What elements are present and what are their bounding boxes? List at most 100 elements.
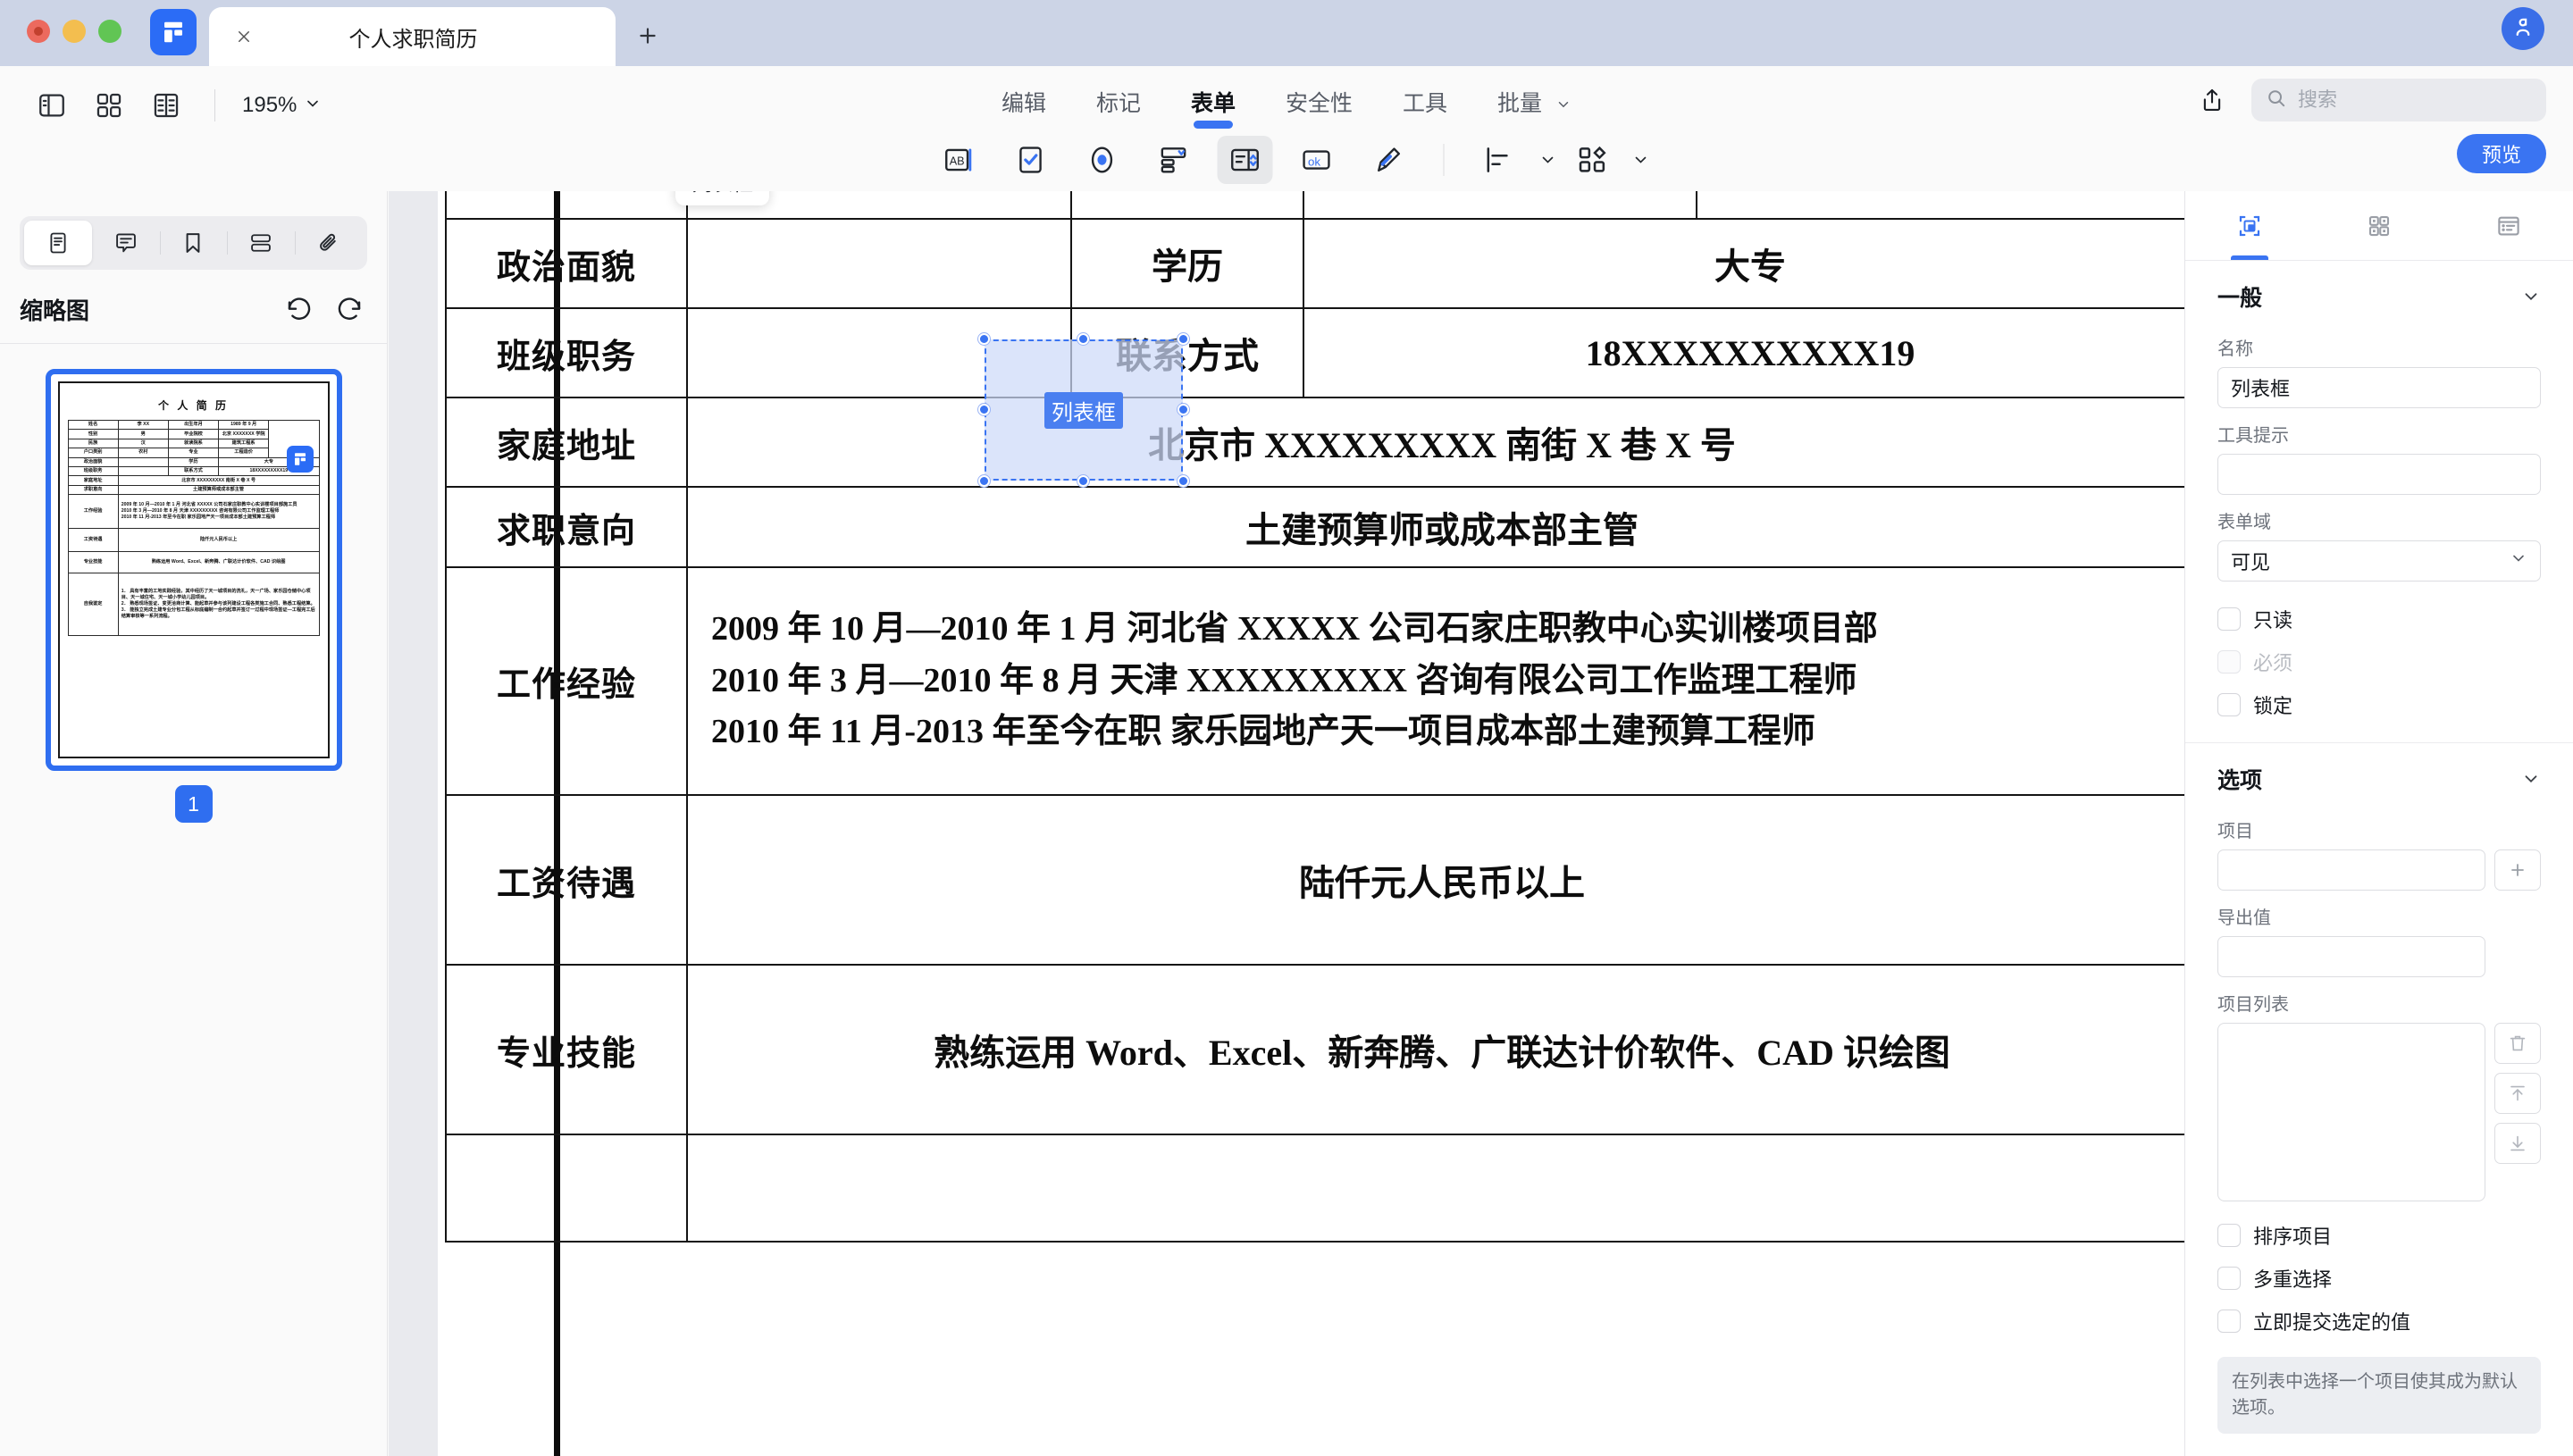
table-row: 班级职务 联系方式 18XXXXXXXXXX19: [445, 307, 2184, 398]
new-tab-button[interactable]: [623, 11, 673, 61]
cell: 陆仟元人民币以上: [117, 528, 320, 553]
tab-form[interactable]: 表单: [1166, 79, 1261, 134]
selected-form-field[interactable]: 列表框: [978, 333, 1189, 487]
user-avatar[interactable]: [2502, 7, 2544, 50]
experience-line: 2010 年 3 月—2010 年 8 月 天津 XXXXXXXXX 咨询有限公…: [711, 661, 1857, 699]
move-item-down-button[interactable]: [2494, 1123, 2541, 1164]
document-tab[interactable]: 个人求职简历: [209, 7, 616, 66]
sidebar-tab-layers[interactable]: [227, 221, 295, 265]
push-button-tool[interactable]: ok: [1289, 136, 1345, 184]
tab-batch-label: 批量: [1497, 91, 1543, 116]
list-box-field-label: 列表框: [1044, 391, 1123, 429]
combo-box-tool[interactable]: [1146, 136, 1202, 184]
cell: 工资待遇: [67, 528, 119, 553]
readonly-checkbox[interactable]: [2217, 607, 2241, 631]
multi-select-checkbox[interactable]: [2217, 1267, 2241, 1290]
chevron-down-icon[interactable]: [2521, 769, 2541, 789]
table-row: [445, 1134, 2184, 1243]
tab-edit[interactable]: 编辑: [976, 79, 1071, 134]
rotate-left-icon[interactable]: [281, 291, 317, 327]
item-list-box[interactable]: [2217, 1023, 2485, 1201]
sidebar-tab-bookmark[interactable]: [159, 221, 228, 265]
chevron-down-icon: [1632, 151, 1650, 169]
export-value-input[interactable]: [2217, 936, 2485, 977]
delete-item-button[interactable]: [2494, 1023, 2541, 1064]
list-box-tool[interactable]: [1217, 136, 1273, 184]
add-item-button[interactable]: [2494, 849, 2541, 891]
align-tool[interactable]: [1464, 136, 1557, 184]
resize-handle-bottom-left[interactable]: [978, 475, 990, 487]
general-section-header[interactable]: 一般: [2217, 261, 2541, 322]
tab-tools[interactable]: 工具: [1378, 79, 1472, 134]
sidebar-tab-attachment[interactable]: [295, 221, 363, 265]
tab-security[interactable]: 安全性: [1261, 79, 1378, 134]
sidebar-title: 缩略图: [20, 297, 90, 324]
search-box[interactable]: [2251, 79, 2546, 121]
text-field-tool[interactable]: AB: [932, 136, 987, 184]
name-input[interactable]: [2217, 367, 2541, 408]
name-field-label: 名称: [2217, 339, 2253, 359]
tooltip-input[interactable]: [2217, 454, 2541, 495]
thumbnail-page-content: 个 人 简 历 姓名 李 XX 出生年月 1989 年 9 月 性别 男 毕业院…: [57, 381, 330, 758]
general-section: 一般 名称 工具提示 表单域 可见 只读 必: [2185, 261, 2573, 719]
pdf-page[interactable]: 户口类别 农村 专业 工程造价 政治面貌 学历 大专 班级职务 联系方式 18X…: [438, 191, 2184, 1456]
move-item-up-button[interactable]: [2494, 1073, 2541, 1114]
checkbox-tool[interactable]: [1003, 136, 1059, 184]
resize-handle-bottom-right[interactable]: [1178, 475, 1189, 487]
locked-checkbox-row[interactable]: 锁定: [2217, 690, 2541, 719]
sidebar-actions: [281, 291, 367, 327]
share-icon[interactable]: [2189, 77, 2235, 123]
document-viewport[interactable]: 户口类别 农村 专业 工程造价 政治面貌 学历 大专 班级职务 联系方式 18X…: [389, 191, 2184, 1456]
readonly-checkbox-row[interactable]: 只读: [2217, 605, 2541, 633]
sidebar-tab-comment[interactable]: [92, 221, 160, 265]
maximize-window-button[interactable]: [98, 20, 122, 43]
minimize-window-button[interactable]: [63, 20, 86, 43]
locked-checkbox[interactable]: [2217, 693, 2241, 716]
cell: [117, 456, 169, 467]
more-tools[interactable]: [1557, 136, 1650, 184]
resize-handle-bottom-center[interactable]: [1077, 475, 1089, 487]
page-thumbnail[interactable]: 个 人 简 历 姓名 李 XX 出生年月 1989 年 9 月 性别 男 毕业院…: [45, 369, 342, 771]
align-icon[interactable]: [1472, 136, 1528, 184]
resize-handle-middle-right[interactable]: [1178, 404, 1189, 415]
properties-tab-list[interactable]: [2443, 191, 2573, 260]
preview-button[interactable]: 预览: [2456, 134, 2546, 173]
close-window-button[interactable]: [27, 20, 50, 43]
rotate-right-icon[interactable]: [331, 291, 367, 327]
sort-items-checkbox-row[interactable]: 排序项目: [2217, 1221, 2541, 1250]
commit-immediately-checkbox-row[interactable]: 立即提交选定的值: [2217, 1307, 2541, 1335]
multi-select-checkbox-row[interactable]: 多重选择: [2217, 1264, 2541, 1293]
page-layout-icon[interactable]: [138, 79, 195, 132]
options-section-header[interactable]: 选项: [2217, 743, 2541, 804]
tab-markup[interactable]: 标记: [1071, 79, 1166, 134]
resize-handle-top-left[interactable]: [978, 333, 990, 345]
item-list-row: [2217, 1023, 2541, 1201]
resize-handle-middle-left[interactable]: [978, 404, 990, 415]
commit-immediately-checkbox[interactable]: [2217, 1310, 2241, 1333]
chevron-down-icon[interactable]: [2521, 287, 2541, 306]
properties-tab-field[interactable]: [2185, 191, 2315, 260]
sidebar-toggle-icon[interactable]: [23, 79, 80, 132]
more-tools-icon[interactable]: [1565, 136, 1621, 184]
list-box-tooltip: 列表框: [675, 191, 769, 205]
experience-cell: 2009 年 10 月—2010 年 1 月 河北省 XXXXX 公司石家庄职教…: [686, 566, 2184, 796]
item-input[interactable]: [2217, 849, 2485, 891]
sidebar-tab-thumbnail[interactable]: [24, 221, 92, 265]
search-input[interactable]: [2298, 88, 2532, 112]
resize-handle-top-center[interactable]: [1077, 333, 1089, 345]
tab-batch[interactable]: 批量: [1472, 79, 1597, 134]
grid-view-icon[interactable]: [80, 79, 138, 132]
zoom-control[interactable]: 195%: [235, 93, 329, 118]
sort-items-checkbox[interactable]: [2217, 1224, 2241, 1247]
properties-tab-appearance[interactable]: [2315, 191, 2444, 260]
close-tab-icon[interactable]: [230, 23, 257, 50]
thumbnail-watermark-logo-icon: [286, 446, 314, 473]
resize-handle-top-right[interactable]: [1178, 333, 1189, 345]
list-box-field[interactable]: 列表框: [985, 339, 1183, 481]
table-row: 政治面貌 学历 大专: [67, 456, 320, 467]
signature-tool[interactable]: [1361, 136, 1416, 184]
radio-button-tool[interactable]: [1075, 136, 1130, 184]
work-cell: 2009 年 10 月—2010 年 1 月 河北省 XXXXX 公司石家庄职教…: [117, 494, 320, 530]
cell: 土建预算师或成本部主管: [117, 484, 320, 496]
formfield-select[interactable]: 可见: [2217, 540, 2541, 582]
